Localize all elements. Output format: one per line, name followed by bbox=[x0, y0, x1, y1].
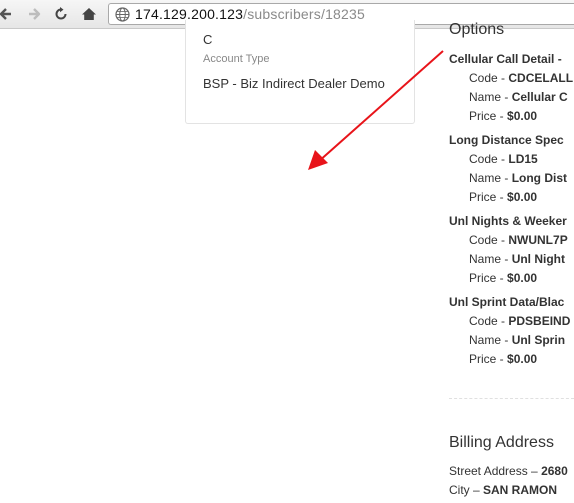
back-arrow-icon bbox=[0, 8, 11, 20]
price-label: Price - bbox=[469, 271, 508, 285]
options-list: Cellular Call Detail - Code - CDCELALL N… bbox=[449, 52, 574, 376]
account-value-truncated: C bbox=[203, 32, 213, 47]
globe-icon bbox=[115, 6, 130, 22]
price-label: Price - bbox=[469, 190, 508, 204]
option-code: CDCELALL bbox=[508, 71, 574, 85]
city-line: City – SAN RAMON bbox=[449, 483, 557, 497]
street-label: Street Address – bbox=[449, 464, 542, 478]
option-price-line: Price - $0.00 bbox=[469, 190, 537, 204]
option-item: Cellular Call Detail - Code - CDCELALL N… bbox=[449, 52, 574, 133]
city-value: SAN RAMON bbox=[483, 483, 558, 497]
name-label: Name - bbox=[469, 90, 512, 104]
forward-button[interactable] bbox=[24, 4, 44, 24]
option-name-value: Unl Sprin bbox=[511, 333, 566, 347]
account-type-value: BSP - Biz Indirect Dealer Demo bbox=[203, 76, 385, 91]
option-price: $0.00 bbox=[507, 352, 538, 366]
option-name-line: Name - Long Dist bbox=[469, 171, 567, 185]
name-label: Name - bbox=[469, 252, 512, 266]
reload-button[interactable] bbox=[51, 4, 71, 24]
option-name-value: Unl Night bbox=[511, 252, 566, 266]
option-price: $0.00 bbox=[507, 190, 538, 204]
home-icon bbox=[82, 8, 96, 20]
price-label: Price - bbox=[469, 352, 508, 366]
account-type-label: Account Type bbox=[203, 53, 270, 65]
street-address-line: Street Address – 2680 bbox=[449, 464, 568, 478]
code-label: Code - bbox=[469, 71, 509, 85]
option-code-line: Code - LD15 bbox=[469, 152, 538, 166]
option-item: Long Distance Spec Code - LD15 Name - Lo… bbox=[449, 133, 574, 214]
back-button[interactable] bbox=[0, 4, 16, 24]
option-name: Long Distance Spec bbox=[449, 133, 564, 147]
option-code-line: Code - PDSBEIND bbox=[469, 314, 570, 328]
option-name-line: Name - Cellular C bbox=[469, 90, 568, 104]
option-price-line: Price - $0.00 bbox=[469, 109, 537, 123]
option-code-line: Code - NWUNL7P bbox=[469, 233, 568, 247]
city-label: City – bbox=[449, 483, 484, 497]
code-label: Code - bbox=[469, 152, 509, 166]
option-price: $0.00 bbox=[507, 109, 538, 123]
browser-window: 174.129.200.123/subscribers/18235 C Acco… bbox=[0, 0, 574, 503]
street-value: 2680 bbox=[541, 464, 568, 478]
option-price: $0.00 bbox=[507, 271, 538, 285]
option-item: Unl Nights & Weeker Code - NWUNL7P Name … bbox=[449, 214, 574, 295]
option-code-line: Code - CDCELALL bbox=[469, 71, 573, 85]
option-name: Cellular Call Detail - bbox=[449, 52, 562, 66]
option-price-line: Price - $0.00 bbox=[469, 352, 537, 366]
billing-address-heading: Billing Address bbox=[449, 434, 554, 451]
option-name: Unl Nights & Weeker bbox=[449, 214, 567, 228]
forward-arrow-icon bbox=[29, 8, 41, 20]
name-label: Name - bbox=[469, 333, 512, 347]
code-label: Code - bbox=[469, 233, 509, 247]
account-card: C Account Type BSP - Biz Indirect Dealer… bbox=[185, 20, 415, 124]
option-name-value: Cellular C bbox=[511, 90, 568, 104]
option-name-line: Name - Unl Night bbox=[469, 252, 565, 266]
option-price-line: Price - $0.00 bbox=[469, 271, 537, 285]
section-divider bbox=[449, 398, 574, 399]
option-name-line: Name - Unl Sprin bbox=[469, 333, 565, 347]
option-item: Unl Sprint Data/Blac Code - PDSBEIND Nam… bbox=[449, 295, 574, 376]
options-heading: Options bbox=[449, 21, 505, 38]
option-name: Unl Sprint Data/Blac bbox=[449, 295, 565, 309]
home-button[interactable] bbox=[79, 4, 99, 24]
option-code: PDSBEIND bbox=[508, 314, 571, 328]
reload-icon bbox=[55, 7, 67, 20]
price-label: Price - bbox=[469, 109, 508, 123]
option-code: LD15 bbox=[508, 152, 538, 166]
name-label: Name - bbox=[469, 171, 512, 185]
code-label: Code - bbox=[469, 314, 509, 328]
option-code: NWUNL7P bbox=[508, 233, 568, 247]
option-name-value: Long Dist bbox=[511, 171, 568, 185]
